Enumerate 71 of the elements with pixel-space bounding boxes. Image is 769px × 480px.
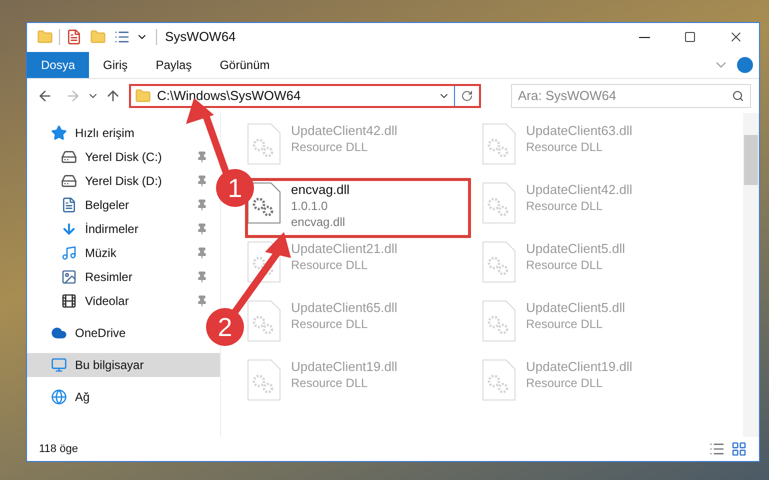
sidebar-item[interactable]: İndirmeler	[27, 217, 220, 241]
refresh-icon[interactable]	[461, 90, 473, 102]
file-detail: Resource DLL	[291, 316, 368, 332]
file-detail: Resource DLL	[291, 139, 368, 155]
dll-file-icon[interactable]	[247, 182, 281, 224]
sidebar-item[interactable]: Müzik	[27, 241, 220, 265]
file-detail: Resource DLL	[291, 257, 368, 273]
pin-icon[interactable]	[196, 199, 208, 211]
monitor-icon	[51, 357, 67, 373]
ribbon-tab[interactable]: Giriş	[89, 52, 142, 78]
file-detail: Resource DLL	[526, 198, 603, 214]
drive-icon	[61, 149, 77, 165]
file-name: UpdateClient19.dll	[526, 359, 632, 375]
details-view-icon[interactable]	[709, 441, 725, 457]
file-detail: 1.0.1.0	[291, 198, 328, 214]
address-field[interactable]: C:\Windows\SysWOW64	[129, 84, 481, 108]
address-path: C:\Windows\SysWOW64	[157, 87, 302, 106]
sidebar-item[interactable]: Hızlı erişim	[27, 121, 146, 145]
forward-arrow-icon[interactable]	[65, 88, 81, 104]
drive-icon	[61, 173, 77, 189]
pin-icon[interactable]	[196, 247, 208, 259]
ribbon-tab[interactable]: Paylaş	[142, 52, 206, 78]
file-name: UpdateClient42.dll	[291, 123, 398, 139]
file-detail: encvag.dll	[291, 214, 346, 230]
window-title: SysWOW64	[165, 28, 236, 46]
sidebar-item[interactable]: Resimler	[27, 265, 220, 289]
properties-icon[interactable]	[66, 29, 82, 45]
sidebar-item[interactable]: Yerel Disk (C:)	[27, 145, 220, 169]
folder-icon[interactable]	[90, 29, 106, 45]
file-name: UpdateClient21.dll	[291, 241, 398, 257]
film-icon	[61, 293, 77, 309]
search-icon	[732, 90, 744, 102]
search-placeholder: Ara: SysWOW64	[518, 87, 618, 106]
file-name: UpdateClient5.dll	[526, 241, 626, 257]
file-detail: Resource DLL	[291, 375, 368, 391]
pin-icon[interactable]	[196, 271, 208, 283]
picture-icon	[61, 269, 77, 285]
minimize-icon	[638, 36, 650, 38]
document-icon	[61, 197, 77, 213]
pin-icon[interactable]	[196, 151, 208, 163]
file-detail: Resource DLL	[526, 316, 603, 332]
ribbon-tab[interactable]: Görünüm	[206, 52, 284, 78]
item-count: 118 öge	[39, 442, 79, 457]
maximize-icon	[684, 31, 696, 43]
file-name: UpdateClient63.dll	[526, 123, 632, 139]
ribbon-tab[interactable]: Dosya	[27, 52, 90, 78]
sidebar-item[interactable]: Ağ	[27, 385, 102, 409]
tiles-view-icon[interactable]	[731, 441, 747, 457]
view-icon[interactable]	[114, 29, 130, 45]
pin-icon[interactable]	[196, 175, 208, 187]
globe-icon	[51, 389, 67, 405]
sidebar-item[interactable]: Bu bilgisayar	[27, 353, 220, 377]
file-name: UpdateClient65.dll	[291, 300, 398, 316]
music-note-icon	[61, 245, 77, 261]
folder-icon[interactable]	[37, 29, 53, 45]
file-detail: Resource DLL	[526, 375, 603, 391]
download-icon	[61, 221, 77, 237]
cloud-icon	[51, 325, 67, 341]
file-name: UpdateClient19.dll	[291, 359, 398, 375]
star-icon	[51, 125, 67, 141]
file-name: UpdateClient5.dll	[526, 300, 626, 316]
pin-icon[interactable]	[196, 295, 208, 307]
file-name: UpdateClient42.dll	[526, 182, 632, 198]
file-name: encvag.dll	[291, 182, 350, 198]
search-field[interactable]: Ara: SysWOW64	[511, 84, 751, 108]
sidebar-item[interactable]: OneDrive	[27, 321, 138, 345]
file-detail: Resource DLL	[526, 139, 603, 155]
file-detail: Resource DLL	[526, 257, 603, 273]
scrollbar[interactable]	[743, 113, 759, 437]
folder-icon	[135, 88, 151, 104]
pin-icon[interactable]	[196, 223, 208, 235]
